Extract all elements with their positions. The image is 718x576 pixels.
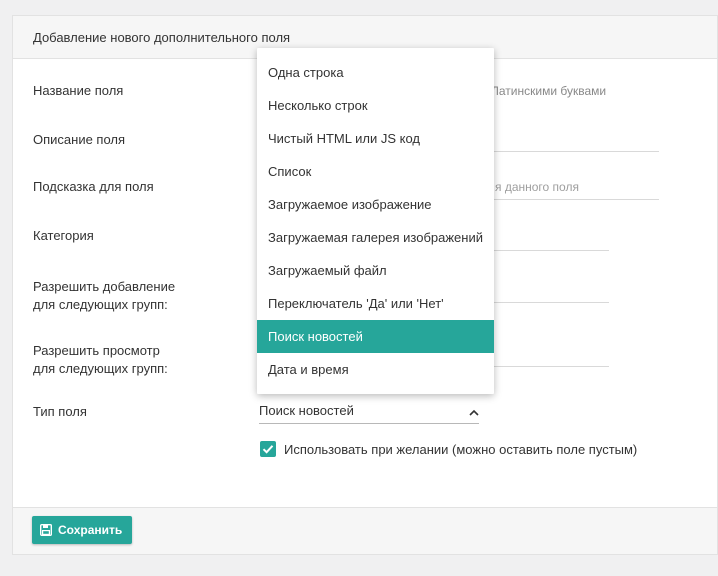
dropdown-option[interactable]: Чистый HTML или JS код bbox=[257, 122, 494, 155]
field-type-label: Тип поля bbox=[33, 404, 87, 419]
save-button[interactable]: Сохранить bbox=[32, 516, 133, 544]
allow-view-label: Разрешить просмотр для следующих групп: bbox=[33, 342, 168, 378]
dropdown-option[interactable]: Переключатель 'Да' или 'Нет' bbox=[257, 287, 494, 320]
panel-title: Добавление нового дополнительного поля bbox=[33, 30, 291, 45]
description-input[interactable] bbox=[493, 151, 659, 152]
tooltip-input[interactable] bbox=[493, 199, 659, 200]
chevron-up-icon bbox=[469, 405, 479, 420]
allow-add-label-line2: для следующих групп: bbox=[33, 297, 168, 312]
panel-footer: Сохранить bbox=[13, 507, 717, 554]
tooltip-label: Подсказка для поля bbox=[33, 179, 154, 194]
floppy-disk-icon bbox=[40, 524, 52, 536]
field-type-value: Поиск новостей bbox=[259, 403, 354, 418]
category-select[interactable] bbox=[493, 250, 609, 251]
dropdown-option[interactable]: Список bbox=[257, 155, 494, 188]
dropdown-option[interactable]: Загружаемая галерея изображений bbox=[257, 221, 494, 254]
field-type-select[interactable]: Поиск новостей bbox=[259, 401, 479, 424]
dropdown-option[interactable]: Дата и время bbox=[257, 353, 494, 386]
field-type-dropdown: Одна строка Несколько строк Чистый HTML ил… bbox=[257, 48, 494, 394]
field-name-label: Название поля bbox=[33, 83, 124, 98]
dropdown-option[interactable]: Загружаемое изображение bbox=[257, 188, 494, 221]
allow-add-label-line1: Разрешить добавление bbox=[33, 279, 176, 294]
category-label: Категория bbox=[33, 228, 94, 243]
dropdown-option[interactable]: Поиск новостей bbox=[257, 320, 494, 353]
allow-view-label-line2: для следующих групп: bbox=[33, 361, 168, 376]
description-label: Описание поля bbox=[33, 132, 126, 147]
save-button-label: Сохранить bbox=[58, 523, 123, 537]
allow-view-groups-select[interactable] bbox=[493, 366, 609, 367]
dropdown-option[interactable]: Одна строка bbox=[257, 56, 494, 89]
allow-view-label-line1: Разрешить просмотр bbox=[33, 343, 160, 358]
dropdown-option[interactable]: Несколько строк bbox=[257, 89, 494, 122]
optional-checkbox-row[interactable]: Использовать при желании (можно оставить… bbox=[260, 441, 637, 457]
field-type-options: Одна строка Несколько строк Чистый HTML ил… bbox=[257, 48, 494, 386]
allow-add-groups-select[interactable] bbox=[493, 302, 609, 303]
field-name-hint: Латинскими буквами bbox=[491, 84, 607, 98]
allow-add-label: Разрешить добавление для следующих групп… bbox=[33, 278, 175, 314]
tooltip-placeholder: я данного поля bbox=[495, 180, 579, 194]
optional-checkbox-label: Использовать при желании (можно оставить… bbox=[284, 441, 638, 457]
optional-checkbox[interactable] bbox=[260, 441, 276, 457]
dropdown-option[interactable]: Загружаемый файл bbox=[257, 254, 494, 287]
checkmark-icon bbox=[262, 445, 274, 454]
